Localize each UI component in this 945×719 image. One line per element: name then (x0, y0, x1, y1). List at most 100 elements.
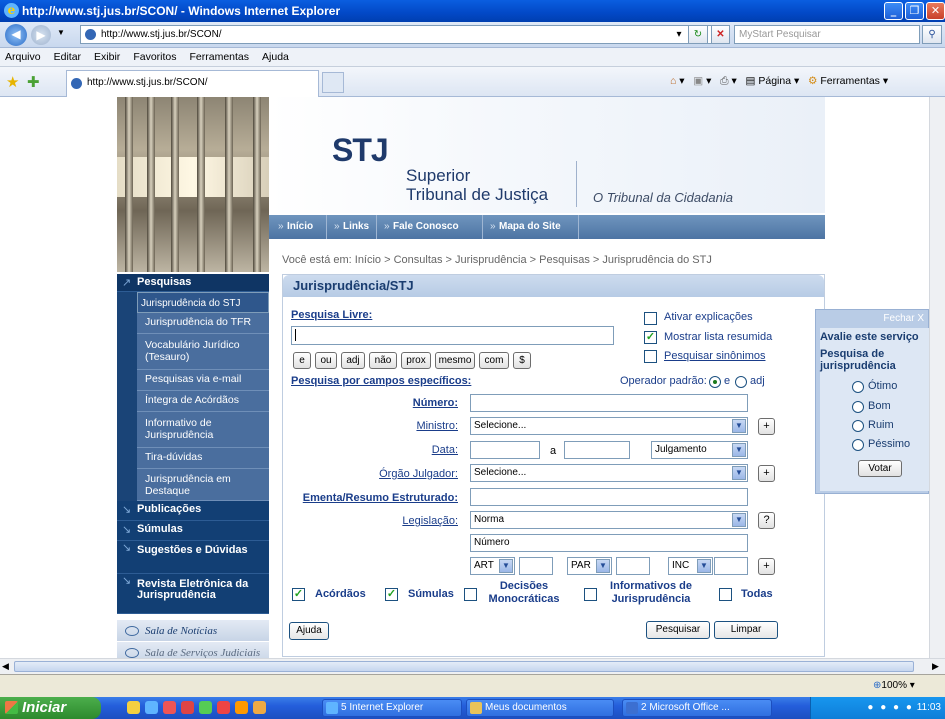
nav-mapa-do-site[interactable]: Mapa do Site (487, 215, 579, 239)
home-icon[interactable]: ⌂ (670, 75, 676, 87)
stj-logo[interactable]: STJ (332, 134, 389, 166)
data-label[interactable]: Data: (432, 444, 458, 456)
ajuda-button[interactable]: Ajuda (289, 622, 329, 640)
quicklaunch-icon-1[interactable] (127, 701, 140, 714)
sinonimos-label[interactable]: Pesquisar sinônimos (664, 350, 766, 362)
sidebar-sala-noticias[interactable]: Sala de Notícias (117, 619, 269, 641)
quicklaunch-icon-3[interactable] (163, 701, 176, 714)
pesquisa-livre-input[interactable] (291, 326, 614, 345)
minimize-button[interactable]: _ (884, 2, 903, 20)
page-menu[interactable]: ▤ Página ▾ (746, 75, 800, 87)
limpar-button[interactable]: Limpar (714, 621, 778, 639)
menu-exibir[interactable]: Exibir (94, 51, 120, 63)
menu-favoritos[interactable]: Favoritos (133, 51, 176, 63)
ministro-select[interactable]: Selecione... ▼ (470, 417, 748, 435)
legislacao-select[interactable]: Norma ▼ (470, 511, 748, 529)
forward-button[interactable]: ▶ (31, 25, 51, 45)
refresh-button[interactable]: ↻ (688, 25, 708, 44)
quicklaunch-icon-6[interactable] (217, 701, 230, 714)
quicklaunch-icon-5[interactable] (199, 701, 212, 714)
operator-prox-button[interactable]: prox (401, 352, 431, 369)
operador-e-radio[interactable] (709, 376, 721, 388)
survey-close-button[interactable]: Fechar X (883, 313, 924, 324)
favorites-star-icon[interactable]: ★ (6, 73, 19, 91)
maximize-button[interactable]: ❐ (905, 2, 924, 20)
numero-label[interactable]: Número: (413, 397, 458, 409)
start-button[interactable]: Iniciar (0, 697, 101, 719)
ativar-explicacoes-checkbox[interactable] (644, 312, 657, 325)
ministro-add-button[interactable]: + (758, 418, 775, 435)
legislacao-numero-input[interactable]: Número (470, 534, 748, 552)
sidebar-publicacoes[interactable]: Publicações (117, 501, 269, 521)
quicklaunch-icon-4[interactable] (181, 701, 194, 714)
menu-editar[interactable]: Editar (54, 51, 81, 63)
quicklaunch-ie-icon[interactable] (145, 701, 158, 714)
pesquisa-livre-link[interactable]: Pesquisa Livre: (291, 309, 372, 321)
data-fim-input[interactable] (564, 441, 630, 459)
taskbar-item-documents[interactable]: Meus documentos (466, 699, 614, 717)
vertical-scrollbar[interactable] (929, 97, 945, 658)
horizontal-scrollbar[interactable]: ◀ ▶ (0, 658, 945, 674)
quicklaunch-icon-8[interactable] (253, 701, 266, 714)
scroll-left-icon[interactable]: ◀ (2, 661, 9, 672)
orgao-select[interactable]: Selecione... ▼ (470, 464, 748, 482)
sidebar-sala-servicos[interactable]: Sala de Serviços Judiciais (117, 641, 269, 658)
acordaos-checkbox[interactable]: ✓ (292, 588, 305, 601)
tools-menu[interactable]: ⚙ Ferramentas ▾ (808, 75, 888, 87)
stop-button[interactable]: ✕ (711, 25, 730, 44)
nav-inicio[interactable]: Início (275, 215, 327, 239)
operator-nao-button[interactable]: não (369, 352, 397, 369)
operator-ou-button[interactable]: ou (315, 352, 337, 369)
legislacao-label[interactable]: Legislação: (402, 515, 458, 527)
orgao-label[interactable]: Órgão Julgador: (379, 468, 458, 480)
nav-links[interactable]: Links (331, 215, 377, 239)
par-select[interactable]: PAR ▼ (567, 557, 612, 575)
pesquisar-button[interactable]: Pesquisar (646, 621, 710, 639)
ementa-input[interactable] (470, 488, 748, 506)
scroll-thumb[interactable] (14, 661, 914, 672)
sidebar-item-jurisprudencia-tfr[interactable]: Jurisprudência do TFR (137, 313, 269, 334)
todas-checkbox[interactable] (719, 588, 732, 601)
search-input[interactable]: MyStart Pesquisar (734, 25, 920, 44)
operator-adj-button[interactable]: adj (341, 352, 365, 369)
search-icon[interactable]: ⚲ (922, 25, 942, 44)
inc-input[interactable] (714, 557, 748, 575)
tab-stj[interactable]: http://www.stj.jus.br/SCON/ (66, 70, 319, 97)
url-field[interactable]: http://www.stj.jus.br/SCON/ (80, 25, 722, 44)
informativos-checkbox[interactable] (584, 588, 597, 601)
par-input[interactable] (616, 557, 650, 575)
sidebar-item-pesquisas-email[interactable]: Pesquisas via e-mail (137, 370, 269, 391)
data-inicio-input[interactable] (470, 441, 540, 459)
otimo-radio[interactable] (852, 381, 864, 393)
zoom-control[interactable]: ⊕100% ▾ (873, 680, 915, 691)
new-tab-button[interactable] (322, 72, 344, 93)
sinonimos-checkbox[interactable] (644, 350, 657, 363)
add-favorite-icon[interactable]: ✚ (27, 73, 40, 91)
menu-ferramentas[interactable]: Ferramentas (190, 51, 250, 63)
bom-radio[interactable] (852, 401, 864, 413)
sidebar-item-tira-duvidas[interactable]: Tira-dúvidas (137, 448, 269, 469)
art-input[interactable] (519, 557, 553, 575)
history-dropdown-icon[interactable]: ▼ (57, 28, 65, 37)
nav-fale-conosco[interactable]: Fale Conosco (381, 215, 483, 239)
sidebar-pesquisas[interactable]: Pesquisas (117, 274, 269, 292)
url-dropdown-icon[interactable]: ▾ (672, 26, 686, 45)
operator-com-button[interactable]: com (479, 352, 509, 369)
sidebar-item-informativo[interactable]: Informativo de Jurisprudência (137, 412, 269, 448)
menu-arquivo[interactable]: Arquivo (5, 51, 41, 63)
sidebar-item-jurisprudencia-stj[interactable]: Jurisprudência do STJ (137, 292, 269, 313)
numero-input[interactable] (470, 394, 748, 412)
ministro-label[interactable]: Ministro: (416, 420, 458, 432)
sidebar-item-vocabulario[interactable]: Vocabulário Jurídico (Tesauro) (137, 334, 269, 370)
orgao-add-button[interactable]: + (758, 465, 775, 482)
art-select[interactable]: ART ▼ (470, 557, 515, 575)
clock[interactable]: 11:03 (917, 702, 941, 713)
data-tipo-select[interactable]: Julgamento ▼ (651, 441, 748, 459)
decisoes-checkbox[interactable] (464, 588, 477, 601)
pessimo-radio[interactable] (852, 439, 864, 451)
ruim-radio[interactable] (852, 420, 864, 432)
taskbar-item-office[interactable]: 2 Microsoft Office ... (622, 699, 772, 717)
sumulas-checkbox[interactable]: ✓ (385, 588, 398, 601)
sidebar-sumulas[interactable]: Súmulas (117, 521, 269, 541)
close-window-button[interactable]: ✕ (926, 2, 945, 20)
